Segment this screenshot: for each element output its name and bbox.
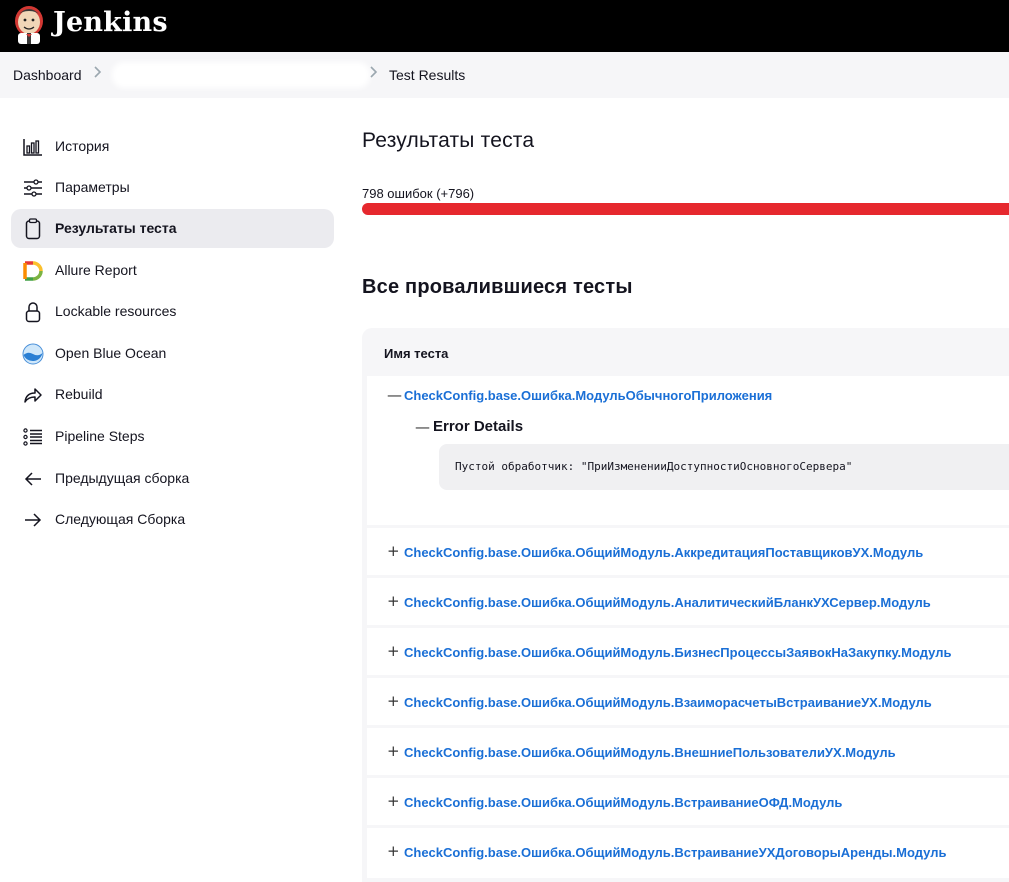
sidebar-item-label: Предыдущая сборка — [55, 470, 190, 486]
test-name-link[interactable]: CheckConfig.base.Ошибка.ОбщийМодуль.Внеш… — [404, 745, 896, 760]
sidebar-item-rebuild[interactable]: Rebuild — [11, 375, 334, 414]
blue-ocean-icon — [22, 343, 44, 365]
failure-progress-bar — [362, 203, 1009, 215]
sidebar-item-open-blue-ocean[interactable]: Open Blue Ocean — [11, 334, 334, 373]
test-name-link[interactable]: CheckConfig.base.Ошибка.ОбщийМодуль.Аккр… — [404, 545, 923, 560]
expand-toggle[interactable]: + — [387, 692, 400, 710]
table-row-expanded: — CheckConfig.base.Ошибка.МодульОбычного… — [367, 376, 1009, 525]
sidebar-item-label: Следующая Сборка — [55, 511, 186, 527]
list-steps-icon — [22, 426, 44, 448]
table-row: + CheckConfig.base.Ошибка.ОбщийМодуль.Вс… — [367, 828, 1009, 878]
chevron-right-icon — [94, 66, 102, 78]
clipboard-icon — [22, 218, 44, 240]
table-row: + CheckConfig.base.Ошибка.ОбщийМодуль.Ак… — [367, 528, 1009, 575]
table-row: + CheckConfig.base.Ошибка.ОбщийМодуль.Би… — [367, 628, 1009, 675]
sidebar-item-label: История — [55, 138, 110, 154]
breadcrumb-redacted — [112, 62, 370, 88]
failed-tests-table: Имя теста — CheckConfig.base.Ошибка.Моду… — [362, 328, 1009, 882]
test-name-link[interactable]: CheckConfig.base.Ошибка.ОбщийМодуль.Анал… — [404, 595, 931, 610]
expand-toggle[interactable]: + — [387, 742, 400, 760]
test-name-link[interactable]: CheckConfig.base.Ошибка.ОбщийМодуль.Встр… — [404, 845, 946, 860]
failed-tests-heading: Все провалившиеся тесты — [362, 276, 633, 298]
test-name-link[interactable]: CheckConfig.base.Ошибка.ОбщийМодуль.Встр… — [404, 795, 842, 810]
table-row: + CheckConfig.base.Ошибка.ОбщийМодуль.Вн… — [367, 728, 1009, 775]
error-details-box: Пустой обработчик: "ПриИзмененииДоступно… — [439, 444, 1009, 490]
sidebar-item-lockable-resources[interactable]: Lockable resources — [11, 292, 334, 331]
column-header-test-name[interactable]: Имя теста — [384, 346, 448, 361]
error-message: Пустой обработчик: "ПриИзмененииДоступно… — [455, 460, 853, 473]
page-title: Результаты теста — [362, 129, 535, 152]
jenkins-butler-icon[interactable] — [12, 3, 46, 45]
expand-toggle[interactable]: + — [387, 642, 400, 660]
sidebar-item-next-build[interactable]: Следующая Сборка — [11, 500, 334, 539]
table-row: + CheckConfig.base.Ошибка.ОбщийМодуль.Ан… — [367, 578, 1009, 625]
breadcrumb-dashboard[interactable]: Dashboard — [13, 67, 82, 83]
sidebar-item-parameters[interactable]: Параметры — [11, 168, 334, 207]
breadcrumb-test-results[interactable]: Test Results — [389, 67, 465, 83]
sidebar-item-test-results[interactable]: Результаты теста — [11, 209, 334, 248]
arrow-left-icon — [22, 468, 44, 490]
sidebar-item-pipeline-steps[interactable]: Pipeline Steps — [11, 417, 334, 456]
table-row: + CheckConfig.base.Ошибка.ОбщийМодуль.Вс… — [367, 778, 1009, 825]
chevron-right-icon — [370, 66, 378, 78]
test-name-link[interactable]: CheckConfig.base.Ошибка.ОбщийМодуль.Бизн… — [404, 645, 951, 660]
expand-toggle[interactable]: + — [387, 592, 400, 610]
expand-toggle[interactable]: + — [387, 542, 400, 560]
sidebar-item-label: Параметры — [55, 179, 130, 195]
expand-toggle[interactable]: + — [387, 792, 400, 810]
sidebar: История Параметры Результаты теста Allur… — [0, 98, 350, 882]
rebuild-arrow-icon — [22, 384, 44, 406]
main-content: Результаты теста 798 ошибок (+796) Все п… — [362, 98, 1009, 882]
sidebar-item-label: Результаты теста — [55, 220, 177, 236]
sidebar-item-label: Allure Report — [55, 262, 137, 278]
error-details-title: Error Details — [433, 418, 524, 435]
sidebar-item-label: Rebuild — [55, 386, 103, 402]
lock-icon — [22, 301, 44, 323]
sidebar-item-previous-build[interactable]: Предыдущая сборка — [11, 459, 334, 498]
sidebar-item-label: Open Blue Ocean — [55, 345, 167, 361]
collapse-toggle[interactable]: — — [387, 386, 402, 404]
expand-toggle[interactable]: + — [387, 842, 400, 860]
breadcrumb-separator — [369, 65, 378, 82]
test-name-link[interactable]: CheckConfig.base.Ошибка.ОбщийМодуль.Взаи… — [404, 695, 932, 710]
table-row: + CheckConfig.base.Ошибка.ОбщийМодуль.Вз… — [367, 678, 1009, 725]
sidebar-item-allure-report[interactable]: Allure Report — [11, 251, 334, 290]
sidebar-item-history[interactable]: История — [11, 127, 334, 166]
history-chart-icon — [22, 136, 44, 158]
error-details-collapse-toggle[interactable]: — — [415, 418, 430, 436]
sliders-icon — [22, 177, 44, 199]
allure-icon — [22, 260, 44, 282]
top-header: Jenkins — [0, 0, 1009, 52]
test-name-link[interactable]: CheckConfig.base.Ошибка.МодульОбычногоПр… — [404, 388, 772, 403]
breadcrumb: Dashboard Test Results — [0, 52, 1009, 98]
arrow-right-icon — [22, 509, 44, 531]
sidebar-item-label: Lockable resources — [55, 303, 177, 319]
sidebar-item-label: Pipeline Steps — [55, 428, 145, 444]
breadcrumb-separator — [93, 65, 102, 82]
jenkins-brand[interactable]: Jenkins — [53, 7, 168, 38]
failure-summary: 798 ошибок (+796) — [362, 186, 475, 201]
